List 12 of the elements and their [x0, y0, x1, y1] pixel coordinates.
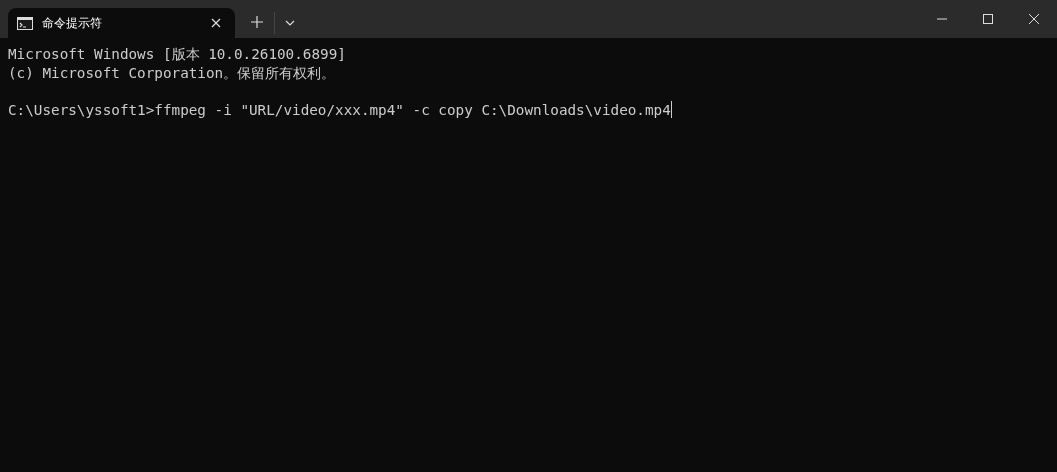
new-tab-icon[interactable]	[251, 16, 263, 28]
command-prompt-icon	[17, 16, 33, 30]
terminal-line: (c) Microsoft Corporation。保留所有权利。	[8, 63, 336, 82]
close-icon[interactable]	[211, 18, 221, 28]
close-icon	[1029, 14, 1039, 24]
terminal-tab[interactable]: 命令提示符	[8, 8, 235, 38]
tab-title: 命令提示符	[42, 15, 103, 31]
terminal-line: Microsoft Windows [版本 10.0.26100.6899]	[8, 45, 346, 64]
command-line: C:\Users\yssoft1>ffmpeg -i "URL/video/xxx.mp4" -c copy C:\Downloads\video.mp4	[8, 100, 671, 119]
chevron-down-icon[interactable]	[285, 20, 295, 26]
text-cursor	[670, 101, 672, 119]
maximize-icon	[983, 14, 993, 24]
